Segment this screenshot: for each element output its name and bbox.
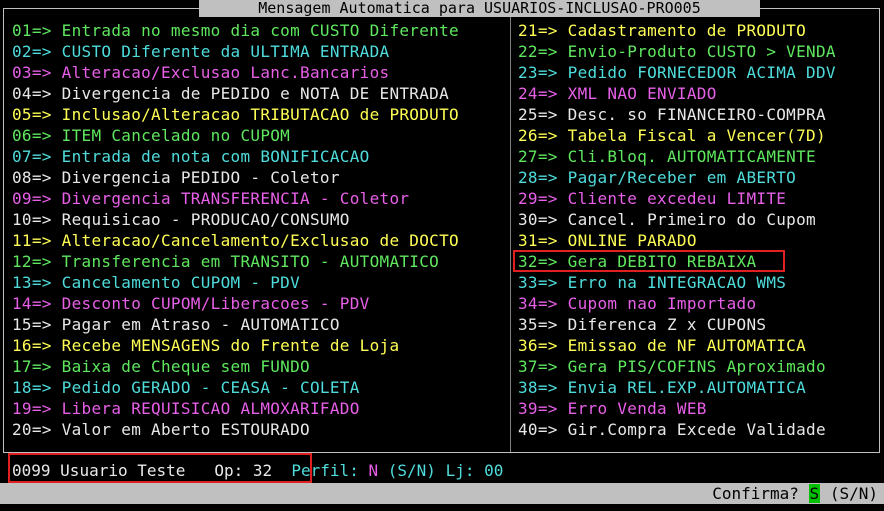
option-item[interactable]: 12=> Transferencia em TRANSITO - AUTOMAT… [12,251,439,272]
option-item[interactable]: 28=> Pagar/Receber em ABERTO [518,167,796,188]
option-item[interactable]: 26=> Tabela Fiscal a Vencer(7D) [518,125,826,146]
option-item[interactable]: 15=> Pagar em Atraso - AUTOMATICO [12,314,340,335]
option-item[interactable]: 35=> Diferenca Z x CUPONS [518,314,766,335]
option-item[interactable]: 02=> CUSTO Diferente da ULTIMA ENTRADA [12,41,389,62]
option-item[interactable]: 23=> Pedido FORNECEDOR ACIMA DDV [518,62,836,83]
option-item[interactable]: 29=> Cliente excedeu LIMITE [518,188,786,209]
option-item[interactable]: 31=> ONLINE PARADO [518,230,697,251]
lj-value-field[interactable]: 00 [484,461,503,480]
confirm-answer-field[interactable]: S [808,484,821,503]
confirm-label: Confirma? [712,484,799,503]
op-value-field[interactable]: 32 [253,461,272,480]
highlight-selected-option [513,250,785,272]
option-item[interactable]: 22=> Envio-Produto CUSTO > VENDA [518,41,836,62]
perfil-value-field[interactable]: N [368,461,378,480]
perfil-label: Perfil: [291,461,359,480]
option-item[interactable]: 36=> Emissao de NF AUTOMATICA [518,335,806,356]
option-item[interactable]: 08=> Divergencia PEDIDO - Coletor [12,167,340,188]
option-item[interactable]: 30=> Cancel. Primeiro do Cupom [518,209,816,230]
option-item[interactable]: 14=> Desconto CUPOM/Liberacoes - PDV [12,293,370,314]
option-item[interactable]: 37=> Gera PIS/COFINS Aproximado [518,356,826,377]
option-item[interactable]: 05=> Inclusao/Alteracao TRIBUTACAO de PR… [12,104,459,125]
status-line: 0099 Usuario Teste Op: 32 Perfil: N (S/N… [12,460,503,482]
option-item[interactable]: 39=> Erro Venda WEB [518,398,707,419]
option-item[interactable]: 24=> XML NAO ENVIADO [518,83,717,104]
option-item[interactable]: 19=> Libera REQUISICAO ALMOXARIFADO [12,398,360,419]
option-item[interactable]: 38=> Envia REL.EXP.AUTOMATICA [518,377,806,398]
option-item[interactable]: 10=> Requisicao - PRODUCAO/CONSUMO [12,209,350,230]
option-item[interactable]: 33=> Erro na INTEGRACAO WMS [518,272,786,293]
option-item[interactable]: 20=> Valor em Aberto ESTOURADO [12,419,310,440]
op-label: Op: [214,461,244,480]
option-item[interactable]: 25=> Desc. so FINANCEIRO-COMPRA [518,104,826,125]
option-item[interactable]: 34=> Cupom nao Importado [518,293,756,314]
user-code: 0099 [12,461,51,480]
option-item[interactable]: 40=> Gir.Compra Excede Validade [518,419,826,440]
option-item[interactable]: 01=> Entrada no mesmo dia com CUSTO Dife… [12,20,459,41]
option-item[interactable]: 27=> Cli.Bloq. AUTOMATICAMENTE [518,146,816,167]
column-divider [510,9,511,452]
lj-label: Lj: [445,461,475,480]
option-item[interactable]: 03=> Alteracao/Exclusao Lanc.Bancarios [12,62,389,83]
option-item[interactable]: 09=> Divergencia TRANSFERENCIA - Coletor [12,188,409,209]
option-item[interactable]: 21=> Cadastramento de PRODUTO [518,20,806,41]
user-name: Usuario Teste [60,461,186,480]
option-item[interactable]: 18=> Pedido GERADO - CEASA - COLETA [12,377,360,398]
option-item[interactable]: 17=> Baixa de Cheque sem FUNDO [12,356,310,377]
confirm-bar: Confirma? S (S/N) [0,483,884,504]
option-item[interactable]: 06=> ITEM Cancelado no CUPOM [12,125,290,146]
option-item[interactable]: 11=> Alteracao/Cancelamento/Exclusao de … [12,230,459,251]
option-item[interactable]: 13=> Cancelamento CUPOM - PDV [12,272,300,293]
option-item[interactable]: 04=> Divergencia de PEDIDO e NOTA DE ENT… [12,83,449,104]
option-item[interactable]: 07=> Entrada de nota com BONIFICACAO [12,146,370,167]
option-item[interactable]: 16=> Recebe MENSAGENS do Frente de Loja [12,335,399,356]
window-title: Mensagem Automatica para USUARIOS-INCLUS… [199,0,760,17]
perfil-options: (S/N) [387,461,436,480]
confirm-options: (S/N) [829,484,878,503]
